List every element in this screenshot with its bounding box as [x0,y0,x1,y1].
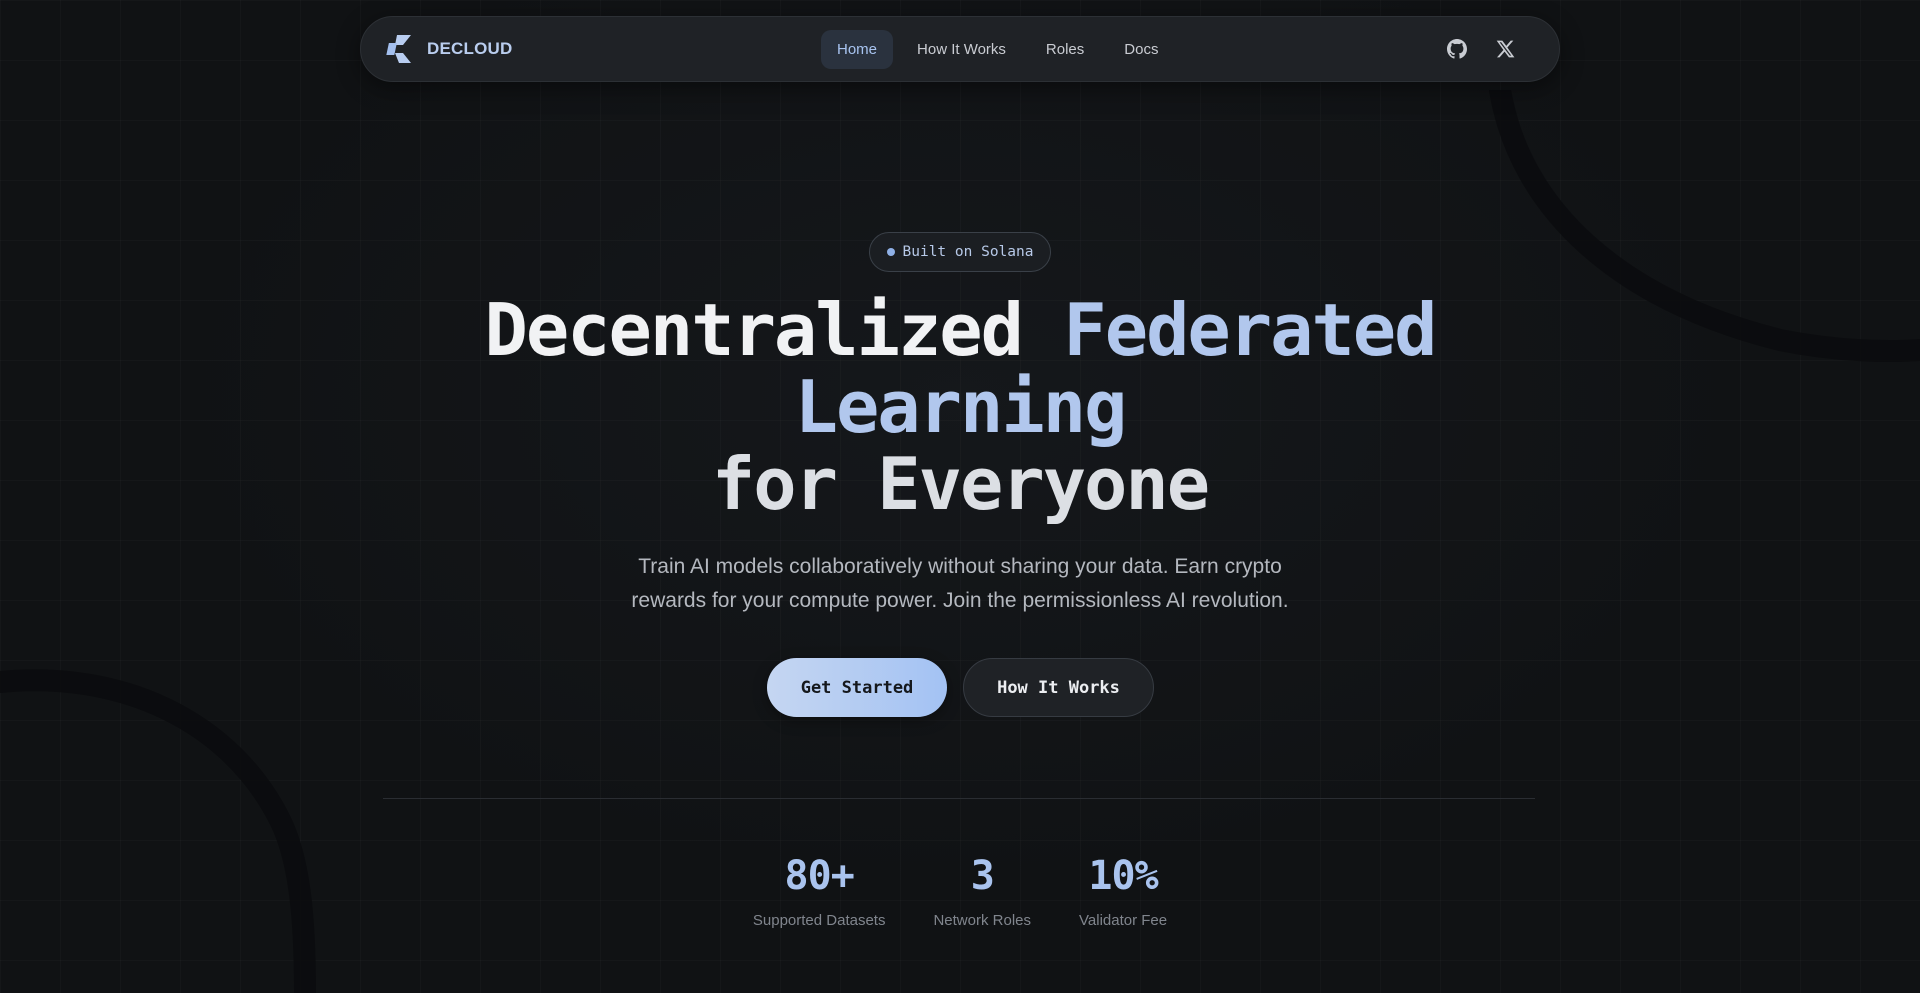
nav-link-roles[interactable]: Roles [1030,30,1100,69]
page: DECLOUD Home How It Works Roles Docs Bui… [0,0,1920,993]
x-icon[interactable] [1493,37,1517,61]
built-on-solana-badge: Built on Solana [869,232,1051,272]
nav-links: Home How It Works Roles Docs [821,29,1174,69]
hero-headline: Decentralized Federated Learning for Eve… [360,292,1560,523]
section-divider [383,798,1535,799]
subtitle-line-1: Train AI models collaboratively without … [638,555,1282,578]
top-navbar: DECLOUD Home How It Works Roles Docs [360,16,1560,82]
badge-text: Built on Solana [902,244,1034,260]
badge-dot-icon [886,248,895,256]
stats-row: 80+ Supported Datasets 3 Network Roles 1… [0,852,1920,929]
brand-home-link[interactable]: DECLOUD [385,33,685,65]
headline-word-learning: Learning [794,365,1128,449]
cta-buttons: Get Started How It Works [767,658,1154,717]
headline-word-decentralized: Decentralized [484,288,1024,372]
subtitle-line-2: rewards for your compute power. Join the… [631,589,1289,612]
stat-network-roles: 3 Network Roles [933,852,1031,929]
headline-word-federated: Federated [1063,288,1437,372]
nav-link-how-it-works[interactable]: How It Works [901,30,1022,69]
stat-label: Validator Fee [1079,912,1168,929]
stat-value: 80+ [784,853,855,899]
decloud-logo-icon [386,35,411,63]
stat-value: 10% [1088,853,1158,899]
stat-supported-datasets: 80+ Supported Datasets [753,852,886,929]
decorative-curve-left [0,669,316,993]
nav-link-home[interactable]: Home [821,29,894,69]
stat-label: Network Roles [933,912,1031,929]
stat-validator-fee: 10% Validator Fee [1079,852,1167,929]
stat-value: 3 [970,853,995,899]
how-it-works-button[interactable]: How It Works [963,658,1154,717]
github-icon[interactable] [1445,37,1469,61]
stat-label: Supported Datasets [752,912,886,929]
headline-line-for-everyone: for Everyone [711,442,1210,526]
get-started-button[interactable]: Get Started [767,658,947,717]
nav-link-docs[interactable]: Docs [1108,30,1174,69]
hero-subtitle: Train AI models collaboratively without … [560,550,1360,618]
brand-name: DECLOUD [427,39,513,58]
nav-social-icons [1445,37,1535,61]
